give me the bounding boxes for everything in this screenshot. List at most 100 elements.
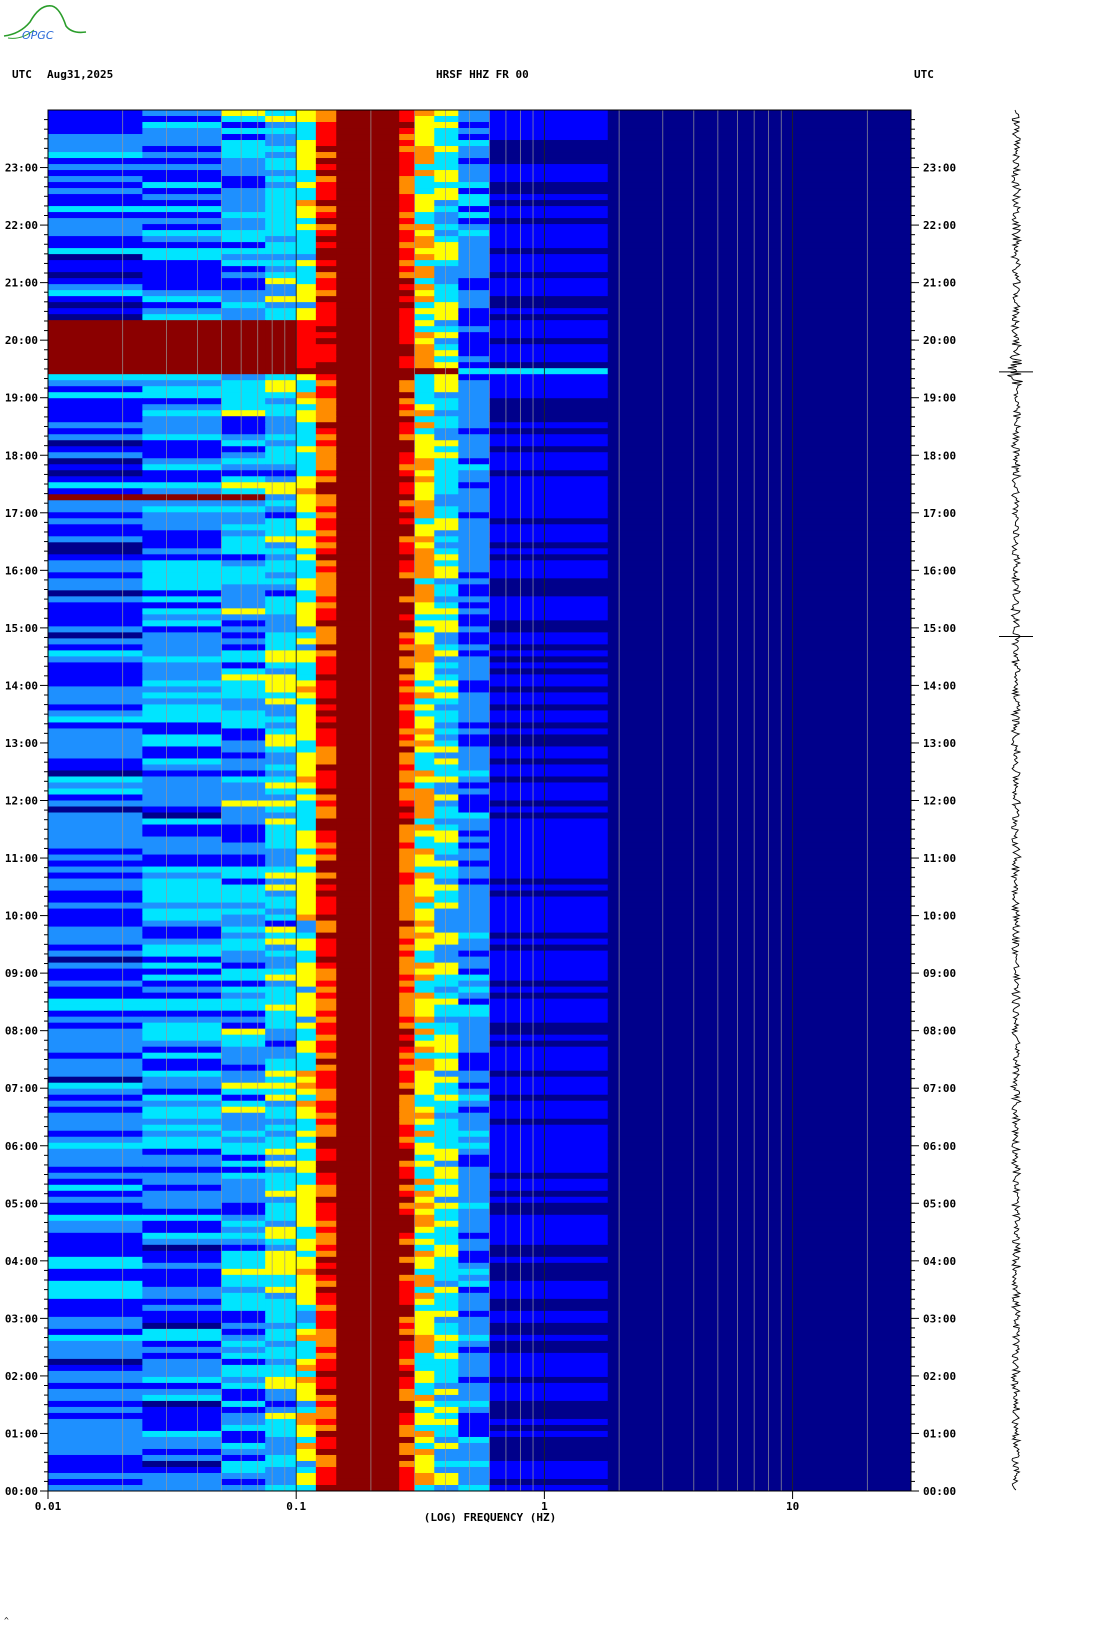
heatmap-cell [336, 290, 400, 297]
heatmap-cell [336, 1202, 400, 1210]
heatmap-cell [414, 896, 435, 904]
heatmap-cell [265, 1388, 297, 1396]
heatmap-cell [607, 758, 911, 766]
heatmap-cell [296, 470, 317, 477]
heatmap-cell [296, 1418, 317, 1426]
heatmap-cell [336, 122, 400, 129]
heatmap-cell [296, 1094, 317, 1102]
heatmap-cell [48, 230, 143, 237]
heatmap-cell [296, 176, 317, 183]
heatmap-cell [315, 464, 337, 471]
heatmap-cell [142, 116, 223, 123]
heatmap-cell [399, 1202, 416, 1210]
heatmap-cell [142, 1154, 223, 1162]
heatmap-cell [399, 374, 416, 381]
heatmap-cell [296, 1112, 317, 1120]
y-tick-label: 13:00 [5, 737, 38, 750]
heatmap-cell [607, 404, 911, 411]
heatmap-cell [142, 524, 223, 531]
heatmap-cell [48, 392, 143, 399]
heatmap-cell [315, 728, 337, 736]
heatmap-cell [48, 968, 143, 976]
heatmap-cell [434, 224, 459, 231]
heatmap-cell [489, 1178, 609, 1186]
heatmap-cell [221, 818, 266, 826]
heatmap-cell [607, 368, 911, 375]
heatmap-cell [414, 560, 435, 567]
heatmap-cell [414, 1130, 435, 1138]
heatmap-cell [142, 1256, 223, 1264]
heatmap-cell [414, 590, 435, 597]
heatmap-cell [142, 1088, 223, 1096]
heatmap-cell [48, 938, 143, 946]
heatmap-cell [489, 1220, 609, 1228]
heatmap-cell [336, 452, 400, 459]
heatmap-cell [489, 1346, 609, 1354]
heatmap-cell [142, 1418, 223, 1426]
heatmap-cell [142, 302, 223, 309]
heatmap-cell [607, 1262, 911, 1270]
heatmap-cell [489, 1100, 609, 1108]
heatmap-cell [336, 764, 400, 772]
heatmap-cell [296, 824, 317, 832]
heatmap-cell [434, 416, 459, 423]
heatmap-cell [414, 188, 435, 195]
heatmap-cell [434, 1322, 459, 1330]
heatmap-cell [414, 1304, 435, 1312]
heatmap-cell [315, 650, 337, 657]
heatmap-cell [265, 476, 297, 483]
heatmap-cell [336, 962, 400, 970]
heatmap-cell [607, 680, 911, 688]
heatmap-cell [48, 1466, 143, 1474]
heatmap-cell [336, 1220, 400, 1228]
heatmap-cell [414, 482, 435, 489]
heatmap-cell [414, 1268, 435, 1276]
heatmap-cell [489, 152, 609, 159]
heatmap-cell [434, 842, 459, 850]
heatmap-cell [221, 938, 266, 946]
heatmap-cell [296, 1298, 317, 1306]
heatmap-cell [221, 1424, 266, 1432]
heatmap-cell [265, 116, 297, 123]
heatmap-cell [414, 470, 435, 477]
heatmap-cell [489, 1478, 609, 1486]
heatmap-cell [434, 800, 459, 808]
heatmap-cell [434, 1196, 459, 1204]
heatmap-cell [265, 656, 297, 663]
heatmap-cell [458, 962, 490, 970]
heatmap-cell [221, 1412, 266, 1420]
heatmap-cell [221, 1364, 266, 1372]
heatmap-cell [265, 1394, 297, 1402]
heatmap-cell [489, 1466, 609, 1474]
heatmap-cell [489, 836, 609, 844]
heatmap-cell [315, 572, 337, 579]
heatmap-cell [142, 1244, 223, 1252]
heatmap-cell [434, 896, 459, 904]
heatmap-cell [315, 884, 337, 892]
heatmap-cell [607, 518, 911, 525]
heatmap-cell [434, 1016, 459, 1024]
heatmap-cell [414, 434, 435, 441]
heatmap-cell [434, 122, 459, 129]
heatmap-cell [458, 758, 490, 766]
heatmap-cell [48, 1040, 143, 1048]
heatmap-cell [336, 1124, 400, 1132]
heatmap-cell [434, 710, 459, 718]
heatmap-cell [221, 1040, 266, 1048]
heatmap-cell [607, 1052, 911, 1060]
heatmap-cell [265, 1034, 297, 1042]
heatmap-cell [265, 272, 297, 279]
heatmap-cell [296, 170, 317, 177]
heatmap-cell [221, 746, 266, 754]
heatmap-cell [399, 782, 416, 790]
heatmap-cell [458, 464, 490, 471]
heatmap-cell [399, 566, 416, 573]
heatmap-cell [142, 1010, 223, 1018]
heatmap-cell [336, 1340, 400, 1348]
heatmap-cell [296, 740, 317, 748]
heatmap-cell [434, 1298, 459, 1306]
heatmap-cell [48, 326, 143, 333]
heatmap-cell [434, 200, 459, 207]
heatmap-cell [296, 500, 317, 507]
heatmap-cell [336, 836, 400, 844]
